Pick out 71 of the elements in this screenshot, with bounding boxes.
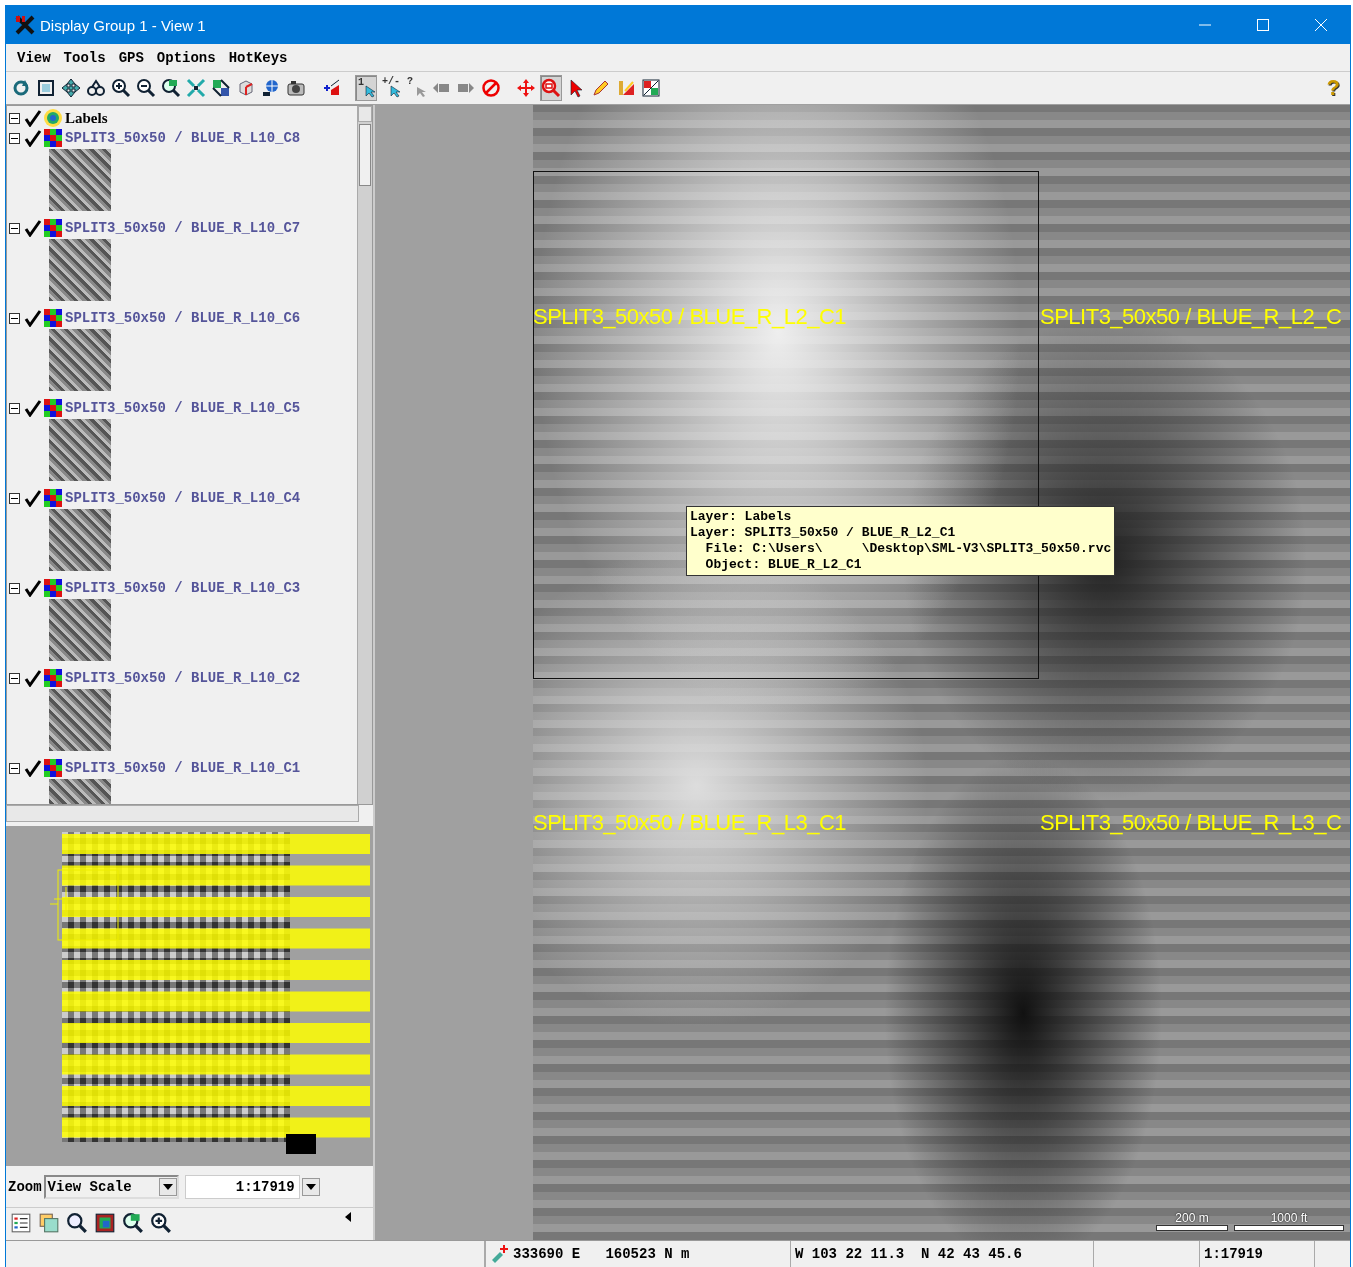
raster-thumbnail [49,509,111,571]
layer-name[interactable]: Labels [65,109,108,127]
visibility-checkbox[interactable] [24,219,42,237]
gps-icon [490,1244,510,1264]
caret-icon[interactable] [305,1184,316,1190]
search-icon[interactable] [66,1212,88,1234]
raster-thumbnail [49,689,111,751]
scale-readout: 1:17919 [1204,1246,1263,1262]
latlon-readout: W 103 22 11.3 N 42 43 45.6 [795,1246,1022,1262]
scale-dropdown-button[interactable] [301,1178,320,1196]
raster-layer-icon [43,128,63,148]
map-label: SPLIT3_50x50 / BLUE_R_L3_C1 [533,810,847,836]
select-cursor-tool[interactable]: 1 [355,75,377,101]
info-tooltip: Layer: Labels Layer: SPLIT3_50x50 / BLUE_R_L2_C1 File: C:\Users\ \Desktop\SML-V3\SPLIT3_50x50.rvc Object: BLUE_R_L2_C1 [686,506,1116,576]
visibility-checkbox[interactable] [24,759,42,777]
layer-name[interactable]: SPLIT3_50x50 / BLUE_R_L10_C4 [65,490,301,506]
map-label: SPLIT3_50x50 / BLUE_R_L2_C1 [533,304,847,330]
raster-layer-icon [43,218,63,238]
query-cursor-tool[interactable]: ? [405,75,427,101]
raster-layer-icon [43,308,63,328]
raster-thumbnail [49,149,111,211]
scale-bar: 1000 ft [1234,1211,1344,1231]
multi-select-cursor-tool[interactable]: +/- [380,75,402,101]
visibility-checkbox[interactable] [24,309,42,327]
raster-layer-icon [43,398,63,418]
layer-name[interactable]: SPLIT3_50x50 / BLUE_R_L10_C8 [65,130,301,146]
raster-layer-icon [43,668,63,688]
menu-item[interactable]: Tools [58,49,114,66]
raster-thumbnail [49,329,111,391]
visibility-checkbox[interactable] [24,399,42,417]
menu-item[interactable]: HotKeys [223,49,296,66]
layer-name[interactable]: SPLIT3_50x50 / BLUE_R_L10_C3 [65,580,301,596]
coordinates-readout: 333690 E 160523 N m [513,1246,690,1262]
map-label: SPLIT3_50x50 / BLUE_R_L2_C [1040,304,1342,330]
view-scale-dropdown[interactable]: View Scale [43,1175,179,1199]
raster-thumbnail [49,239,111,301]
layer-name[interactable]: SPLIT3_50x50 / BLUE_R_L10_C5 [65,400,301,416]
raster-layer-icon [43,758,63,778]
horizontal-scrollbar[interactable] [6,805,359,822]
layer-name[interactable]: SPLIT3_50x50 / BLUE_R_L10_C6 [65,310,301,326]
menu-item[interactable]: GPS [113,49,152,66]
zoom-layer-icon[interactable] [122,1212,144,1234]
layers-icon[interactable] [38,1212,60,1234]
visibility-checkbox[interactable] [24,129,42,147]
layer-name[interactable]: SPLIT3_50x50 / BLUE_R_L10_C7 [65,220,301,236]
zoom-in-icon[interactable] [150,1212,172,1234]
caret-icon[interactable] [162,1184,173,1190]
window-title: Display Group 1 - View 1 [40,16,207,34]
visibility-checkbox[interactable] [24,489,42,507]
vertical-scrollbar[interactable] [357,106,372,804]
close-icon[interactable] [1315,19,1327,31]
scale-field[interactable]: 1:17919 [184,1175,300,1199]
raster-layer-icon [43,578,63,598]
visibility-checkbox[interactable] [24,579,42,597]
layer-name[interactable]: SPLIT3_50x50 / BLUE_R_L10_C1 [65,760,301,776]
visibility-checkbox[interactable] [24,669,42,687]
labels-layer-icon [43,108,63,128]
visibility-checkbox[interactable] [24,109,42,127]
map-label: SPLIT3_50x50 / BLUE_R_L3_C [1040,810,1342,836]
zoom-label: Zoom [8,1179,42,1195]
legend-list-icon[interactable] [10,1212,32,1234]
menu-item[interactable]: Options [151,49,224,66]
raster-thumbnail [49,419,111,481]
layer-name[interactable]: SPLIT3_50x50 / BLUE_R_L10_C2 [65,670,301,686]
app-logo-icon [14,14,36,36]
maximize-icon[interactable] [1257,19,1269,31]
map-view-icon[interactable] [94,1212,116,1234]
menu-item[interactable]: View [12,49,59,66]
raster-thumbnail [49,599,111,661]
raster-layer-icon [43,488,63,508]
scale-bar: 200 m [1156,1211,1228,1231]
